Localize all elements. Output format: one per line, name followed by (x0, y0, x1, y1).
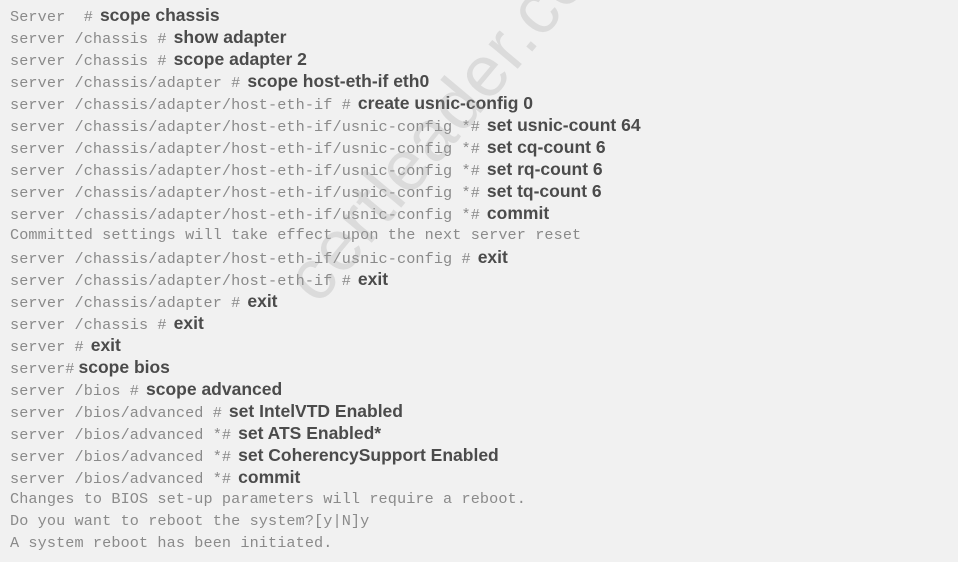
command: set CoherencySupport Enabled (238, 445, 499, 465)
terminal-line: server /chassis # scope adapter 2 (10, 48, 950, 70)
command: scope host-eth-if eth0 (247, 71, 430, 91)
output-text: Do you want to reboot the system?[y|N]y (10, 512, 370, 530)
prompt: Server # (10, 8, 93, 26)
command: exit (477, 247, 508, 267)
command: create usnic-config 0 (357, 93, 533, 113)
command: scope bios (78, 357, 170, 377)
prompt: server /bios # (10, 382, 139, 400)
output-text: Changes to BIOS set-up parameters will r… (10, 490, 526, 508)
prompt: server /chassis/adapter/host-eth-if/usni… (10, 118, 480, 136)
terminal-line: server /chassis/adapter # exit (10, 290, 950, 312)
terminal-line: server /bios/advanced # set IntelVTD Enab… (10, 400, 950, 422)
command: commit (486, 203, 550, 223)
output-text: A system reboot has been initiated. (10, 534, 333, 552)
terminal-line: server# scope bios (10, 356, 950, 378)
terminal-line: server /chassis/adapter/host-eth-if/usni… (10, 114, 950, 136)
terminal-line: server /chassis/adapter/host-eth-if/usni… (10, 136, 950, 158)
prompt: server# (10, 360, 75, 378)
prompt: server /chassis # (10, 52, 167, 70)
command: show adapter (173, 27, 287, 47)
prompt: server /chassis/adapter # (10, 74, 241, 92)
terminal-line: server /chassis # show adapter (10, 26, 950, 48)
terminal-transcript: Server # scope chassis server /chassis # s… (10, 4, 950, 554)
terminal-line: server /chassis/adapter/host-eth-if/usni… (10, 246, 950, 268)
prompt: server /chassis/adapter/host-eth-if/usni… (10, 140, 480, 158)
command: set tq-count 6 (486, 181, 602, 201)
terminal-line: server /chassis/adapter # scope host-eth-… (10, 70, 950, 92)
command: exit (247, 291, 278, 311)
prompt: server /chassis # (10, 30, 167, 48)
terminal-line: server /chassis/adapter/host-eth-if # cre… (10, 92, 950, 114)
terminal-line: server /chassis/adapter/host-eth-if/usni… (10, 202, 950, 224)
command: exit (173, 313, 204, 333)
terminal-line: server /bios/advanced *# commit (10, 466, 950, 488)
terminal-line: server /chassis/adapter/host-eth-if # exi… (10, 268, 950, 290)
command: scope adapter 2 (173, 49, 307, 69)
prompt: server /chassis/adapter/host-eth-if/usni… (10, 206, 480, 224)
terminal-output-line: A system reboot has been initiated. (10, 532, 950, 554)
prompt: server /bios/advanced *# (10, 448, 232, 466)
prompt: server /chassis # (10, 316, 167, 334)
command: exit (90, 335, 121, 355)
command: set cq-count 6 (486, 137, 606, 157)
prompt: server /chassis/adapter/host-eth-if/usni… (10, 250, 471, 268)
prompt: server /chassis/adapter/host-eth-if/usni… (10, 184, 480, 202)
terminal-output-line: Changes to BIOS set-up parameters will r… (10, 488, 950, 510)
terminal-line: Server # scope chassis (10, 4, 950, 26)
prompt: server /chassis/adapter/host-eth-if # (10, 96, 351, 114)
terminal-output-line: Do you want to reboot the system?[y|N]y (10, 510, 950, 532)
terminal-output-line: Committed settings will take effect upon… (10, 224, 950, 246)
prompt: server /bios/advanced *# (10, 426, 232, 444)
command: scope chassis (99, 5, 220, 25)
command: set rq-count 6 (486, 159, 603, 179)
command: set usnic-count 64 (486, 115, 641, 135)
command: set ATS Enabled* (238, 423, 382, 443)
output-text: Committed settings will take effect upon… (10, 226, 582, 244)
command: exit (357, 269, 389, 289)
prompt: server /chassis/adapter/host-eth-if # (10, 272, 351, 290)
terminal-line: server /bios/advanced *# set ATS Enabled* (10, 422, 950, 444)
prompt: server /chassis/adapter # (10, 294, 241, 312)
prompt: server /bios/advanced *# (10, 470, 232, 488)
terminal-line: server /bios # scope advanced (10, 378, 950, 400)
command: commit (238, 467, 301, 487)
command: set IntelVTD Enabled (228, 401, 403, 421)
prompt: server /chassis/adapter/host-eth-if/usni… (10, 162, 480, 180)
command: scope advanced (146, 379, 283, 399)
terminal-line: server /chassis/adapter/host-eth-if/usni… (10, 158, 950, 180)
terminal-line: server /bios/advanced *# set CoherencySup… (10, 444, 950, 466)
prompt: server /bios/advanced # (10, 404, 222, 422)
prompt: server # (10, 338, 84, 356)
terminal-line: server /chassis # exit (10, 312, 950, 334)
terminal-line: server /chassis/adapter/host-eth-if/usni… (10, 180, 950, 202)
terminal-line: server # exit (10, 334, 950, 356)
